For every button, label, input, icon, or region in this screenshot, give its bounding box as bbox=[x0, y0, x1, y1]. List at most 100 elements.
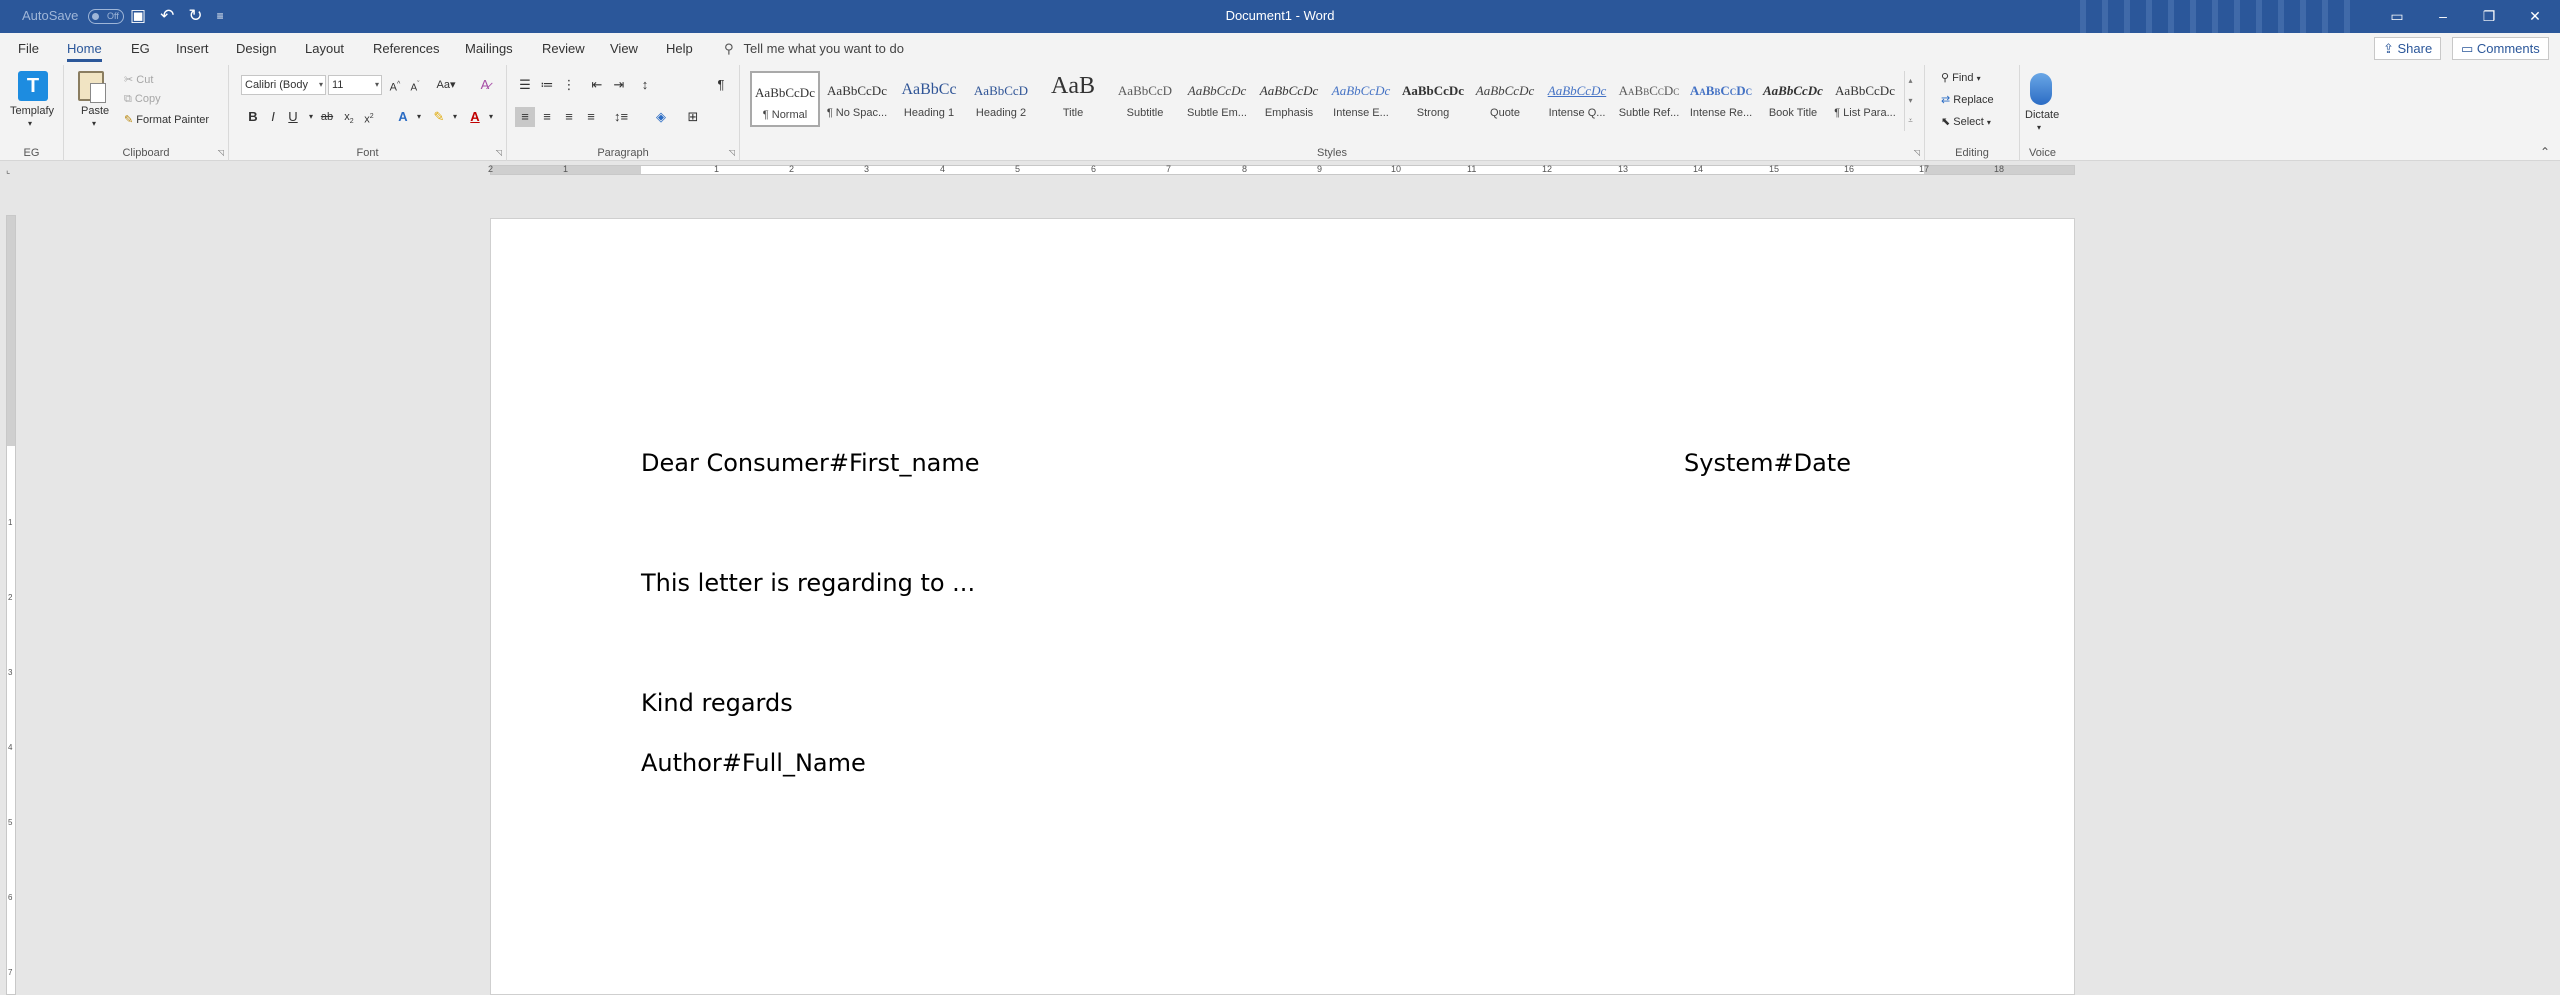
body-text[interactable]: This letter is regarding to ... bbox=[641, 569, 975, 597]
redo-icon[interactable]: ↻ bbox=[188, 5, 202, 27]
signature-field[interactable]: Author#Full_Name bbox=[641, 749, 866, 777]
copy-button[interactable]: ⧉ Copy bbox=[124, 93, 161, 106]
show-formatting-icon[interactable]: ¶ bbox=[711, 75, 731, 95]
font-size-box[interactable]: 11 ▾ bbox=[328, 75, 382, 95]
style-subtitle[interactable]: AaBbCcD Subtitle bbox=[1110, 71, 1180, 127]
italic-icon[interactable]: I bbox=[263, 107, 283, 127]
tab-help[interactable]: Help bbox=[666, 33, 693, 65]
microphone-icon[interactable] bbox=[2030, 73, 2052, 105]
tab-design[interactable]: Design bbox=[236, 33, 276, 65]
salutation-text[interactable]: Dear Consumer#First_name bbox=[641, 449, 980, 477]
chevron-down-icon[interactable]: ▾ bbox=[445, 107, 465, 127]
format-painter-button[interactable]: ✎ Format Painter bbox=[124, 113, 209, 126]
select-button[interactable]: ⬉ Select ▾ bbox=[1941, 115, 1991, 128]
shading-icon[interactable]: ◈ bbox=[651, 107, 671, 127]
undo-icon[interactable]: ↶ bbox=[160, 5, 174, 27]
style-subtle-emphasis[interactable]: AaBbCcDc Subtle Em... bbox=[1182, 71, 1252, 127]
align-center-icon[interactable]: ≡ bbox=[537, 107, 557, 127]
style-no-spacing[interactable]: AaBbCcDc ¶ No Spac... bbox=[822, 71, 892, 127]
chevron-down-icon[interactable]: ▾ bbox=[2037, 123, 2041, 132]
change-case-icon[interactable]: Aa▾ bbox=[433, 75, 459, 95]
style-intense-quote[interactable]: AaBbCcDc Intense Q... bbox=[1542, 71, 1612, 127]
share-button[interactable]: ⇪ Share bbox=[2374, 37, 2442, 60]
decrease-indent-icon[interactable]: ⇤ bbox=[587, 75, 607, 95]
autosave-toggle[interactable]: AutoSave Off bbox=[22, 8, 124, 25]
align-left-icon[interactable]: ≡ bbox=[515, 107, 535, 127]
close-icon[interactable]: ✕ bbox=[2512, 0, 2558, 33]
chevron-down-icon[interactable]: ▾ bbox=[1905, 91, 1916, 111]
paste-button[interactable]: Paste bbox=[81, 105, 109, 117]
ribbon-display-icon[interactable]: ▭ bbox=[2374, 0, 2420, 33]
dialog-launcher-icon[interactable]: ◹ bbox=[496, 148, 502, 157]
tab-view[interactable]: View bbox=[610, 33, 638, 65]
tab-eg[interactable]: EG bbox=[131, 33, 150, 65]
style-quote[interactable]: AaBbCcDc Quote bbox=[1470, 71, 1540, 127]
horizontal-ruler[interactable]: 2 1 1 2 3 4 5 6 7 8 9 10 11 12 13 14 15 … bbox=[488, 164, 2075, 175]
style-normal[interactable]: AaBbCcDc ¶ Normal bbox=[750, 71, 820, 127]
bullets-icon[interactable]: ☰ bbox=[515, 75, 535, 95]
underline-icon[interactable]: U bbox=[283, 107, 303, 127]
tab-selector-icon[interactable]: ⌞ bbox=[6, 165, 16, 175]
collapse-ribbon-icon[interactable]: ⌃ bbox=[2540, 145, 2550, 159]
customize-qat-icon[interactable]: ≡ bbox=[217, 5, 224, 27]
style-heading-2[interactable]: AaBbCcD Heading 2 bbox=[966, 71, 1036, 127]
justify-icon[interactable]: ≡ bbox=[581, 107, 601, 127]
style-emphasis[interactable]: AaBbCcDc Emphasis bbox=[1254, 71, 1324, 127]
document-page[interactable]: Dear Consumer#First_name System#Date Thi… bbox=[490, 218, 2075, 995]
tab-review[interactable]: Review bbox=[542, 33, 585, 65]
styles-scroll[interactable]: ▴ ▾ ⩡ bbox=[1904, 71, 1916, 131]
superscript-icon[interactable]: x2 bbox=[359, 107, 379, 127]
chevron-down-icon[interactable]: ▾ bbox=[409, 107, 429, 127]
find-button[interactable]: ⚲ Find ▾ bbox=[1941, 71, 1981, 84]
chevron-up-icon[interactable]: ▴ bbox=[1905, 71, 1916, 91]
multilevel-list-icon[interactable]: ⋮ bbox=[559, 75, 579, 95]
style-strong[interactable]: AaBbCcDc Strong bbox=[1398, 71, 1468, 127]
chevron-down-icon[interactable]: ▾ bbox=[92, 119, 96, 128]
save-icon[interactable]: ▣ bbox=[130, 5, 146, 27]
paste-icon[interactable] bbox=[78, 71, 106, 103]
dialog-launcher-icon[interactable]: ◹ bbox=[729, 148, 735, 157]
style-subtle-reference[interactable]: AaBbCcDc Subtle Ref... bbox=[1614, 71, 1684, 127]
tab-file[interactable]: File bbox=[18, 33, 39, 65]
templafy-button[interactable]: Templafy bbox=[10, 105, 54, 117]
sort-icon[interactable]: ↕ bbox=[635, 75, 655, 95]
more-styles-icon[interactable]: ⩡ bbox=[1905, 111, 1916, 131]
style-intense-reference[interactable]: AaBbCcDc Intense Re... bbox=[1686, 71, 1756, 127]
font-name-box[interactable]: Calibri (Body ▾ bbox=[241, 75, 326, 95]
tab-home[interactable]: Home bbox=[67, 33, 102, 65]
tab-insert[interactable]: Insert bbox=[176, 33, 209, 65]
borders-icon[interactable]: ⊞ bbox=[683, 107, 703, 127]
style-heading-1[interactable]: AaBbCc Heading 1 bbox=[894, 71, 964, 127]
comments-button[interactable]: ▭ Comments bbox=[2452, 37, 2549, 60]
strikethrough-icon[interactable]: ab bbox=[317, 107, 337, 127]
numbering-icon[interactable]: ≔ bbox=[537, 75, 557, 95]
style-book-title[interactable]: AaBbCcDc Book Title bbox=[1758, 71, 1828, 127]
chevron-down-icon[interactable]: ▾ bbox=[481, 107, 501, 127]
tab-mailings[interactable]: Mailings bbox=[465, 33, 513, 65]
vertical-ruler[interactable]: 1 2 3 4 5 6 7 bbox=[6, 215, 16, 995]
minimize-icon[interactable]: – bbox=[2420, 0, 2466, 33]
templafy-icon[interactable]: T bbox=[18, 71, 48, 101]
tell-me-box[interactable]: ⚲ Tell me what you want to do bbox=[724, 33, 904, 65]
tab-references[interactable]: References bbox=[373, 33, 439, 65]
style-intense-emphasis[interactable]: AaBbCcDc Intense E... bbox=[1326, 71, 1396, 127]
shrink-font-icon[interactable]: Aˇ bbox=[405, 75, 425, 95]
dialog-launcher-icon[interactable]: ◹ bbox=[218, 148, 224, 157]
bold-icon[interactable]: B bbox=[243, 107, 263, 127]
restore-icon[interactable]: ❐ bbox=[2466, 0, 2512, 33]
align-right-icon[interactable]: ≡ bbox=[559, 107, 579, 127]
dictate-button[interactable]: Dictate bbox=[2025, 109, 2059, 121]
increase-indent-icon[interactable]: ⇥ bbox=[609, 75, 629, 95]
date-field[interactable]: System#Date bbox=[1684, 449, 1851, 477]
tab-layout[interactable]: Layout bbox=[305, 33, 344, 65]
replace-button[interactable]: ⇄ Replace bbox=[1941, 93, 1994, 106]
subscript-icon[interactable]: x2 bbox=[339, 107, 359, 127]
style-title[interactable]: AaB Title bbox=[1038, 71, 1108, 127]
closing-text[interactable]: Kind regards bbox=[641, 689, 793, 717]
clear-formatting-icon[interactable]: A̷ bbox=[475, 75, 495, 95]
cut-button[interactable]: ✂ Cut bbox=[124, 73, 153, 86]
chevron-down-icon[interactable]: ▾ bbox=[28, 119, 32, 128]
dialog-launcher-icon[interactable]: ◹ bbox=[1914, 148, 1920, 157]
line-spacing-icon[interactable]: ↕≡ bbox=[611, 107, 631, 127]
grow-font-icon[interactable]: A^ bbox=[385, 75, 405, 95]
